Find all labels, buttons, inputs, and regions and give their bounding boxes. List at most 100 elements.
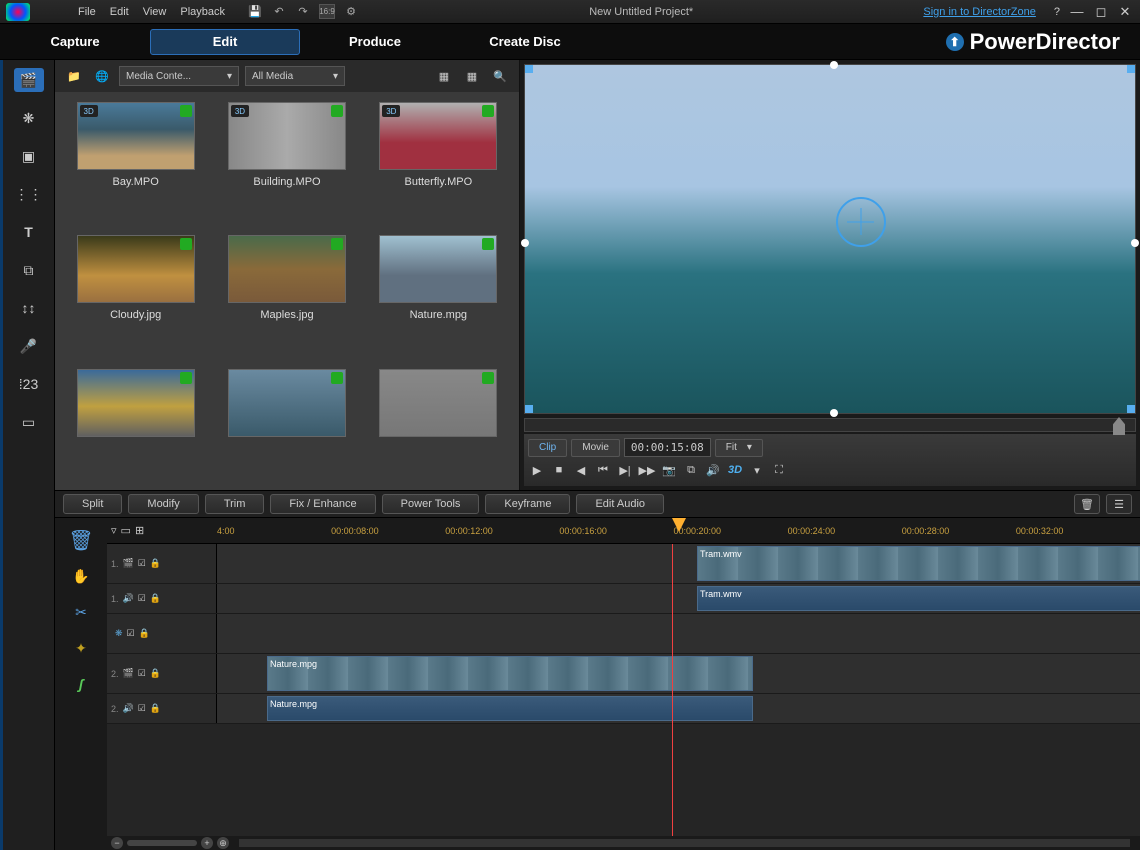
seek-knob[interactable] — [1113, 417, 1125, 435]
maximize-icon[interactable]: ◻ — [1092, 4, 1110, 20]
media-thumb[interactable]: Cloudy.jpg — [65, 235, 206, 358]
crop-handle[interactable] — [1131, 239, 1139, 247]
timeline-trash-icon[interactable]: 🗑 — [66, 528, 96, 552]
close-icon[interactable]: ✕ — [1116, 4, 1134, 20]
chapter-room-icon[interactable]: ⁞23 — [14, 372, 44, 396]
voice-over-icon[interactable]: 🎤 — [14, 334, 44, 358]
track-header[interactable]: 2. 🔊 ☑ 🔒 — [107, 694, 217, 723]
search-icon[interactable]: 🔍 — [489, 65, 511, 87]
help-icon[interactable]: ? — [1054, 6, 1060, 18]
timecode-display[interactable]: 00:00:15:08 — [624, 438, 711, 457]
ruler-marker-icon[interactable]: ▿ — [111, 524, 117, 537]
track-header[interactable]: 1. 🎬 ☑ 🔒 — [107, 544, 217, 583]
fast-forward-icon[interactable]: ▶▶ — [638, 461, 656, 479]
media-thumb[interactable] — [65, 369, 206, 480]
play-icon[interactable]: ▶ — [528, 461, 546, 479]
timeline-clip[interactable]: Nature.mpg — [267, 656, 753, 691]
menu-view[interactable]: View — [143, 6, 167, 18]
more-options-icon[interactable]: ☰ — [1106, 494, 1132, 514]
dual-preview-icon[interactable]: ⧉ — [682, 461, 700, 479]
zoom-in-icon[interactable]: + — [201, 837, 213, 849]
track-body[interactable]: Nature.mpg — [217, 694, 1140, 723]
subtitle-room-icon[interactable]: ▭ — [14, 410, 44, 434]
tab-produce[interactable]: Produce — [300, 29, 450, 55]
focus-target-icon[interactable] — [836, 197, 886, 247]
timeline-ruler[interactable]: ▿ ▭ ⊞ 4:0000:00:08:0000:00:12:0000:00:16… — [107, 518, 1140, 544]
timeline-clip[interactable]: Tram.wmv — [697, 546, 1140, 581]
crop-corner[interactable] — [1127, 65, 1135, 73]
motion-tool-icon[interactable]: ʃ — [66, 672, 96, 696]
track-lock-icon[interactable]: 🔒 — [139, 628, 150, 639]
library-filter-dropdown[interactable]: Media Conte...▾ — [119, 66, 239, 86]
zoom-out-icon[interactable]: − — [111, 837, 123, 849]
media-thumb[interactable]: Nature.mpg — [368, 235, 509, 358]
trim-button[interactable]: Trim — [205, 494, 265, 514]
track-visible-checkbox[interactable]: ☑ — [138, 593, 146, 604]
upload-icon[interactable]: ⬆ — [946, 33, 964, 51]
hand-tool-icon[interactable]: ✋ — [66, 564, 96, 588]
prev-frame-icon[interactable]: ◀ — [572, 461, 590, 479]
menu-edit[interactable]: Edit — [110, 6, 129, 18]
volume-icon[interactable]: 🔊 — [704, 461, 722, 479]
track-visible-checkbox[interactable]: ☑ — [138, 668, 146, 679]
signin-link[interactable]: Sign in to DirectorZone — [923, 6, 1036, 18]
media-thumb[interactable]: 3D Butterfly.MPO — [368, 102, 509, 225]
fit-timeline-icon[interactable]: ⊕ — [217, 837, 229, 849]
ruler-add-icon[interactable]: ⊞ — [135, 524, 144, 537]
media-thumb[interactable]: 3D Bay.MPO — [65, 102, 206, 225]
step-back-icon[interactable]: ⏮ — [594, 461, 612, 479]
snapshot-icon[interactable]: 📷 — [660, 461, 678, 479]
save-icon[interactable]: 💾 — [247, 4, 263, 20]
tab-create-disc[interactable]: Create Disc — [450, 29, 600, 55]
menu-file[interactable]: File — [78, 6, 96, 18]
preview-viewer[interactable] — [524, 64, 1136, 414]
track-lock-icon[interactable]: 🔒 — [150, 593, 161, 604]
clip-mode-button[interactable]: Clip — [528, 439, 567, 457]
audio-mixing-icon[interactable]: ↕↕ — [14, 296, 44, 320]
power-tools-button[interactable]: Power Tools — [382, 494, 480, 514]
transition-room-icon[interactable]: ⧉ — [14, 258, 44, 282]
title-room-icon[interactable]: T — [14, 220, 44, 244]
timeline-clip[interactable]: Nature.mpg — [267, 696, 753, 721]
crop-corner[interactable] — [525, 405, 533, 413]
timeline-clip[interactable]: Tram.wmv — [697, 586, 1140, 611]
tab-edit[interactable]: Edit — [150, 29, 300, 55]
redo-icon[interactable]: ↷ — [295, 4, 311, 20]
track-lock-icon[interactable]: 🔒 — [150, 668, 161, 679]
particle-room-icon[interactable]: ⋮⋮ — [14, 182, 44, 206]
movie-mode-button[interactable]: Movie — [571, 439, 620, 457]
preview-seekbar[interactable] — [524, 418, 1136, 432]
edit-audio-button[interactable]: Edit Audio — [576, 494, 664, 514]
minimize-icon[interactable]: — — [1068, 4, 1086, 20]
preview-options-icon[interactable]: ▾ — [748, 461, 766, 479]
tab-capture[interactable]: Capture — [0, 29, 150, 55]
media-thumb[interactable]: Maples.jpg — [216, 235, 357, 358]
media-type-dropdown[interactable]: All Media▾ — [245, 66, 345, 86]
split-button[interactable]: Split — [63, 494, 122, 514]
track-header[interactable]: ❋ ☑ 🔒 — [107, 614, 217, 653]
modify-button[interactable]: Modify — [128, 494, 198, 514]
track-visible-checkbox[interactable]: ☑ — [138, 558, 146, 569]
track-visible-checkbox[interactable]: ☑ — [127, 628, 135, 639]
track-lock-icon[interactable]: 🔒 — [150, 558, 161, 569]
library-view-icon[interactable]: ▦ — [461, 65, 483, 87]
undo-icon[interactable]: ↶ — [271, 4, 287, 20]
settings-icon[interactable]: ⚙ — [343, 4, 359, 20]
track-body[interactable] — [217, 614, 1140, 653]
media-thumb[interactable]: 3D Building.MPO — [216, 102, 357, 225]
fix-enhance-button[interactable]: Fix / Enhance — [270, 494, 375, 514]
magic-tool-icon[interactable]: ✦ — [66, 636, 96, 660]
track-header[interactable]: 1. 🔊 ☑ 🔒 — [107, 584, 217, 613]
next-frame-icon[interactable]: ▶| — [616, 461, 634, 479]
zoom-fit-dropdown[interactable]: Fit▾ — [715, 439, 763, 457]
effect-room-icon[interactable]: ❋ — [14, 106, 44, 130]
import-media-icon[interactable]: 📁 — [63, 65, 85, 87]
crop-handle[interactable] — [830, 61, 838, 69]
keyframe-button[interactable]: Keyframe — [485, 494, 570, 514]
cut-tool-icon[interactable]: ✂ — [66, 600, 96, 624]
fullscreen-icon[interactable]: ⛶ — [770, 461, 788, 479]
crop-corner[interactable] — [1127, 405, 1135, 413]
track-visible-checkbox[interactable]: ☑ — [138, 703, 146, 714]
track-header[interactable]: 2. 🎬 ☑ 🔒 — [107, 654, 217, 693]
preview-3d-button[interactable]: 3D — [726, 461, 744, 479]
